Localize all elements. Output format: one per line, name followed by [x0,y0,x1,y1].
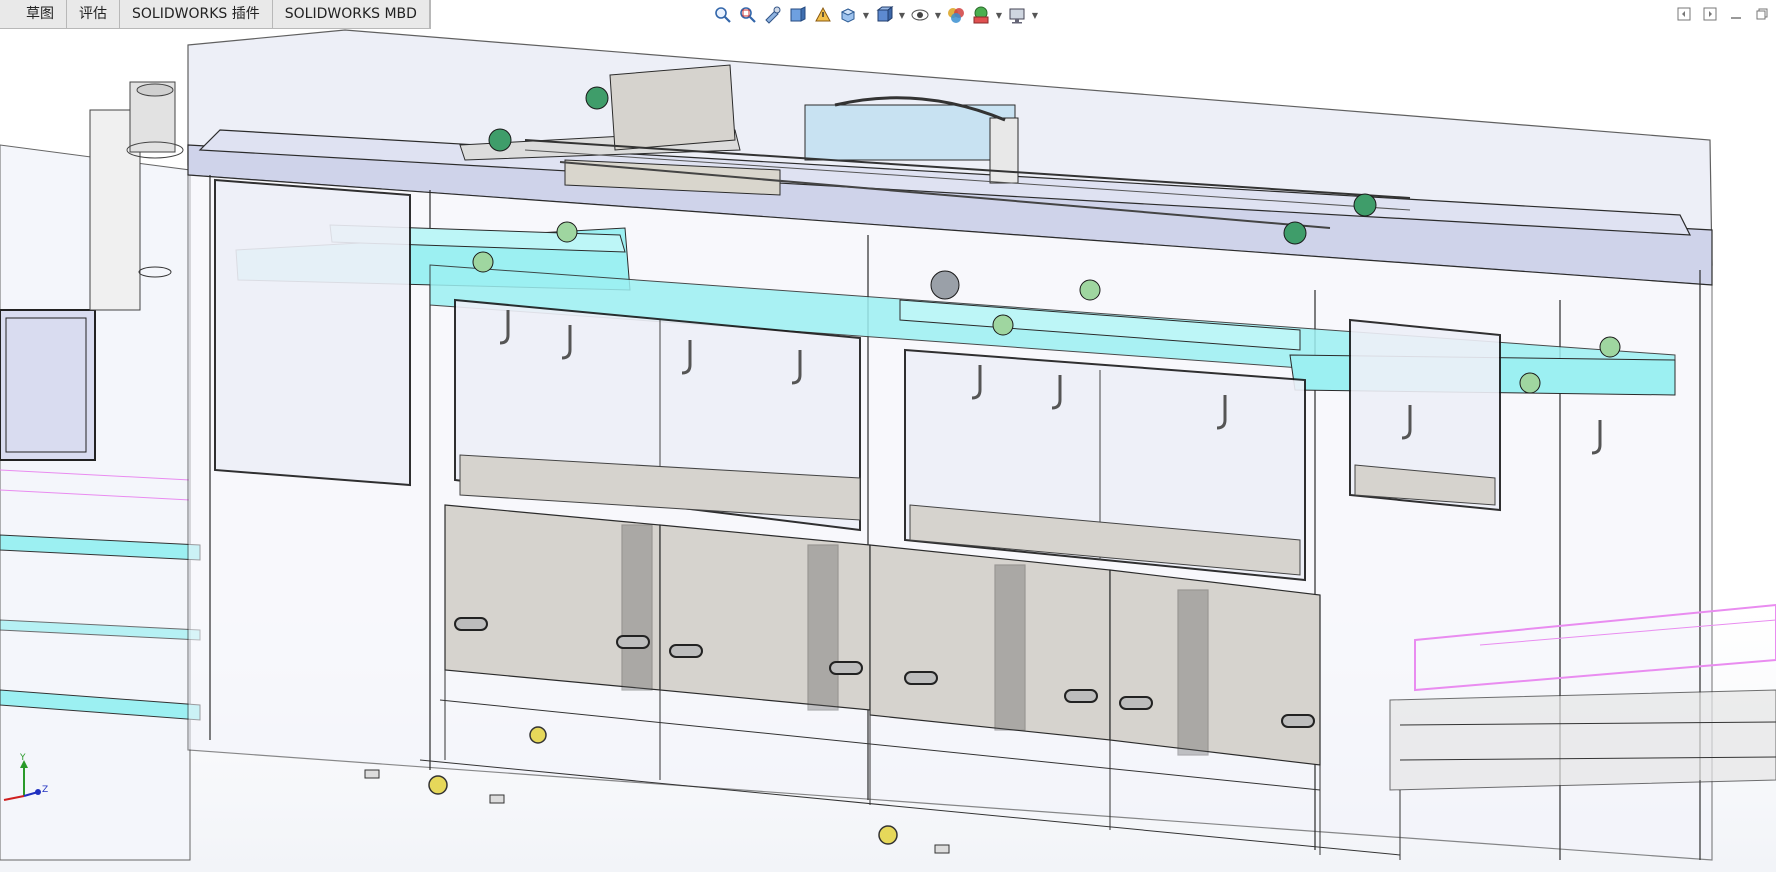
hide-show-dropdown-icon[interactable]: ▼ [934,11,942,20]
zoom-to-area-icon[interactable] [737,4,759,26]
triad-y-label: Y [19,753,26,763]
tab-sketch[interactable]: 草图 [0,0,67,28]
view-orientation-dropdown-icon[interactable]: ▼ [862,11,870,20]
view-settings-icon[interactable] [1006,4,1028,26]
edit-appearance-icon[interactable] [945,4,967,26]
apply-scene-dropdown-icon[interactable]: ▼ [995,11,1003,20]
previous-view-icon[interactable] [762,4,784,26]
command-manager-tabs: 草图 评估 SOLIDWORKS 插件 SOLIDWORKS MBD [0,0,431,29]
coordinate-triad: Y Z [0,752,60,812]
tab-solidworks-addins[interactable]: SOLIDWORKS 插件 [120,0,273,28]
left-adjacent-machine [0,81,201,861]
tile-left-icon[interactable] [1676,6,1692,22]
heads-up-view-toolbar: ▼ ▼ ▼ ▼ ▼ [712,3,1039,27]
apply-scene-icon[interactable] [970,4,992,26]
view-orientation-icon[interactable] [837,4,859,26]
dynamic-annotation-icon[interactable] [812,4,834,26]
view-settings-dropdown-icon[interactable]: ▼ [1031,11,1039,20]
display-style-dropdown-icon[interactable]: ▼ [898,11,906,20]
restore-icon[interactable] [1754,6,1770,22]
zoom-to-fit-icon[interactable] [712,4,734,26]
cad-model-view [0,29,1776,861]
section-view-icon[interactable] [787,4,809,26]
tile-right-icon[interactable] [1702,6,1718,22]
minimize-icon[interactable] [1728,6,1744,22]
hide-show-items-icon[interactable] [909,4,931,26]
tab-evaluate[interactable]: 评估 [67,0,120,28]
triad-z-label: Z [42,785,48,795]
tab-solidworks-mbd[interactable]: SOLIDWORKS MBD [273,0,430,28]
viewport-window-controls [1676,6,1770,22]
graphics-area[interactable]: Y Z [0,0,1776,872]
display-style-icon[interactable] [873,4,895,26]
triad-axes-icon: Y Z [3,753,48,801]
